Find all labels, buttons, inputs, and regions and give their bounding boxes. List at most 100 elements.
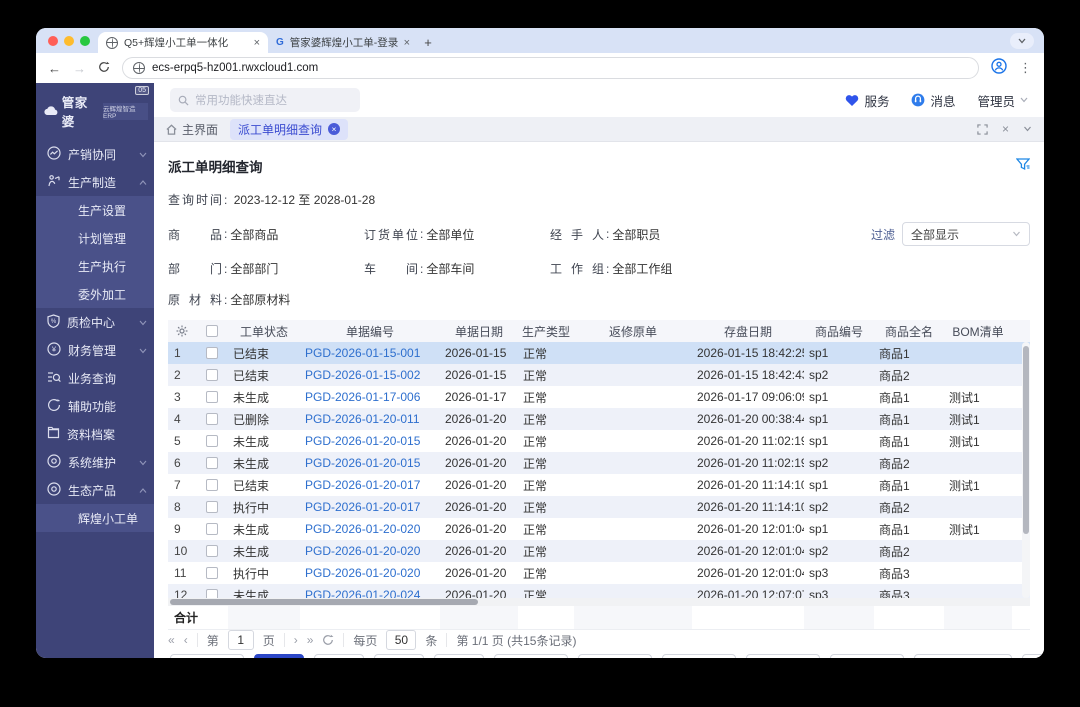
action-button[interactable]: 中止执行 [578, 654, 653, 658]
doc-number-link[interactable]: PGD-2026-01-20-020 [300, 540, 440, 562]
table-row[interactable]: 12 未生成 PGD-2026-01-20-024 2026-01-20 正常 2026-… [168, 584, 1030, 598]
table-row[interactable]: 9 未生成 PGD-2026-01-20-020 2026-01-20 正常 2026-0… [168, 518, 1030, 540]
sidebar-subitem[interactable]: 委外加工 [36, 280, 154, 308]
action-button[interactable]: 强制完成 [494, 654, 569, 658]
sidebar-subitem[interactable]: 辉煌小工单 [36, 504, 154, 532]
close-all-icon[interactable]: × [1002, 122, 1009, 136]
doc-number-link[interactable]: PGD-2026-01-20-020 [300, 518, 440, 540]
address-bar[interactable]: ecs-erpq5-hz001.rwxcloud1.com [122, 57, 979, 79]
profile-icon[interactable] [991, 57, 1007, 79]
row-checkbox[interactable] [196, 452, 228, 474]
last-page-icon[interactable]: » [307, 633, 314, 647]
sidebar-item[interactable]: 资料档案 [36, 420, 154, 448]
service-menu[interactable]: 服务 [845, 91, 889, 110]
sidebar-item[interactable]: 业务查询 [36, 364, 154, 392]
sidebar-subitem[interactable]: 计划管理 [36, 224, 154, 252]
column-header[interactable]: 单据日期 [440, 320, 518, 342]
action-button[interactable]: 工票明细 [830, 654, 905, 658]
forward-icon[interactable]: → [73, 61, 86, 76]
column-header[interactable]: 返修原单 [574, 320, 692, 342]
table-row[interactable]: 6 未生成 PGD-2026-01-20-015 2026-01-20 正常 2026-0… [168, 452, 1030, 474]
page-number-input[interactable]: 1 [227, 630, 254, 650]
doc-number-link[interactable]: PGD-2026-01-20-011 [300, 408, 440, 430]
sidebar-item[interactable]: ¥ 财务管理 [36, 336, 154, 364]
table-row[interactable]: 4 已删除 PGD-2026-01-20-011 2026-01-20 正常 2026-0… [168, 408, 1030, 430]
sidebar-item[interactable]: % 质检中心 [36, 308, 154, 336]
site-info-icon[interactable] [133, 62, 145, 74]
close-tab-icon[interactable]: × [404, 37, 410, 49]
row-checkbox[interactable] [196, 386, 228, 408]
zoom-window-button[interactable] [80, 35, 90, 46]
column-header[interactable]: 存盘日期 [692, 320, 804, 342]
column-header[interactable]: 商品编号 [804, 320, 874, 342]
action-button[interactable]: 新增 [254, 654, 305, 658]
action-button[interactable]: 完工明细 [746, 654, 821, 658]
close-window-button[interactable] [48, 35, 58, 46]
refresh-icon[interactable] [322, 634, 334, 646]
doc-number-link[interactable]: PGD-2026-01-15-001 [300, 342, 440, 364]
table-row[interactable]: 3 未生成 PGD-2026-01-17-006 2026-01-17 正常 2026-0… [168, 386, 1030, 408]
sidebar-item[interactable]: 产销协同 [36, 140, 154, 168]
horizontal-scrollbar[interactable] [168, 598, 1030, 606]
reload-icon[interactable] [98, 61, 110, 76]
row-checkbox[interactable] [196, 518, 228, 540]
row-checkbox[interactable] [196, 408, 228, 430]
minimize-window-button[interactable] [64, 35, 74, 46]
table-row[interactable]: 8 执行中 PGD-2026-01-20-017 2026-01-20 正常 2026-0… [168, 496, 1030, 518]
sidebar-item[interactable]: 辅助功能 [36, 392, 154, 420]
row-checkbox[interactable] [196, 540, 228, 562]
row-checkbox[interactable] [196, 342, 228, 364]
action-button[interactable]: 修改 [374, 654, 425, 658]
browser-menu-icon[interactable]: ⋮ [1019, 60, 1032, 76]
column-header[interactable]: 生产类型 [518, 320, 574, 342]
select-all-checkbox[interactable] [196, 320, 228, 342]
doc-number-link[interactable]: PGD-2026-01-20-024 [300, 584, 440, 598]
doc-number-link[interactable]: PGD-2026-01-20-020 [300, 562, 440, 584]
prev-page-icon[interactable]: ‹ [184, 633, 188, 647]
filter-funnel-icon[interactable] [1015, 157, 1031, 176]
messages-menu[interactable]: 消息 [911, 91, 955, 110]
table-row[interactable]: 1 已结束 PGD-2026-01-15-001 2026-01-15 正常 2026-0… [168, 342, 1030, 364]
fullscreen-icon[interactable] [977, 123, 988, 135]
browser-tab-active[interactable]: Q5+辉煌小工单一体化 × [98, 32, 268, 53]
tabs-dropdown-icon[interactable] [1023, 126, 1032, 132]
first-page-icon[interactable]: « [168, 633, 175, 647]
action-button[interactable]: 复制 [314, 654, 365, 658]
row-checkbox[interactable] [196, 430, 228, 452]
tab-search-button[interactable] [1010, 32, 1034, 49]
column-header[interactable]: 工单状态 [228, 320, 300, 342]
tab-dispatch-query[interactable]: 派工单明细查询 × [230, 118, 349, 140]
horizontal-scrollbar-thumb[interactable] [170, 599, 478, 605]
table-row[interactable]: 7 已结束 PGD-2026-01-20-017 2026-01-20 正常 2026-0… [168, 474, 1030, 496]
vertical-scrollbar-thumb[interactable] [1023, 346, 1029, 534]
tab-home[interactable]: 主界面 [166, 121, 218, 138]
vertical-scrollbar[interactable] [1022, 342, 1030, 598]
sidebar-subitem[interactable]: 生产执行 [36, 252, 154, 280]
doc-number-link[interactable]: PGD-2026-01-15-002 [300, 364, 440, 386]
row-checkbox[interactable] [196, 496, 228, 518]
table-row[interactable]: 2 已结束 PGD-2026-01-15-002 2026-01-15 正常 2026-0… [168, 364, 1030, 386]
back-icon[interactable]: ← [48, 61, 61, 76]
table-row[interactable]: 11 执行中 PGD-2026-01-20-020 2026-01-20 正常 2026-… [168, 562, 1030, 584]
doc-number-link[interactable]: PGD-2026-01-20-017 [300, 496, 440, 518]
sidebar-item[interactable]: 系统维护 [36, 448, 154, 476]
browser-tab-inactive[interactable]: G 管家婆辉煌小工单-登录 × [268, 32, 418, 53]
action-button[interactable]: 领料明细 [662, 654, 737, 658]
window-controls[interactable] [46, 28, 98, 53]
doc-number-link[interactable]: PGD-2026-01-20-015 [300, 430, 440, 452]
next-page-icon[interactable]: › [294, 633, 298, 647]
display-filter-select[interactable]: 全部显示 [902, 222, 1030, 246]
row-checkbox[interactable] [196, 474, 228, 496]
close-tab-icon[interactable]: × [328, 123, 341, 135]
row-checkbox[interactable] [196, 584, 228, 598]
table-row[interactable]: 5 未生成 PGD-2026-01-20-015 2026-01-20 正常 2026-0… [168, 430, 1030, 452]
user-menu[interactable]: 管理员 [977, 91, 1028, 110]
sidebar-subitem[interactable]: 生产设置 [36, 196, 154, 224]
row-checkbox[interactable] [196, 364, 228, 386]
row-checkbox[interactable] [196, 562, 228, 584]
quick-search-input[interactable]: 常用功能快速直达 [170, 88, 360, 112]
sidebar-item[interactable]: 生产制造 [36, 168, 154, 196]
doc-number-link[interactable]: PGD-2026-01-20-017 [300, 474, 440, 496]
table-row[interactable]: 10 未生成 PGD-2026-01-20-020 2026-01-20 正常 2026-… [168, 540, 1030, 562]
action-button[interactable]: 删除 [434, 654, 485, 658]
